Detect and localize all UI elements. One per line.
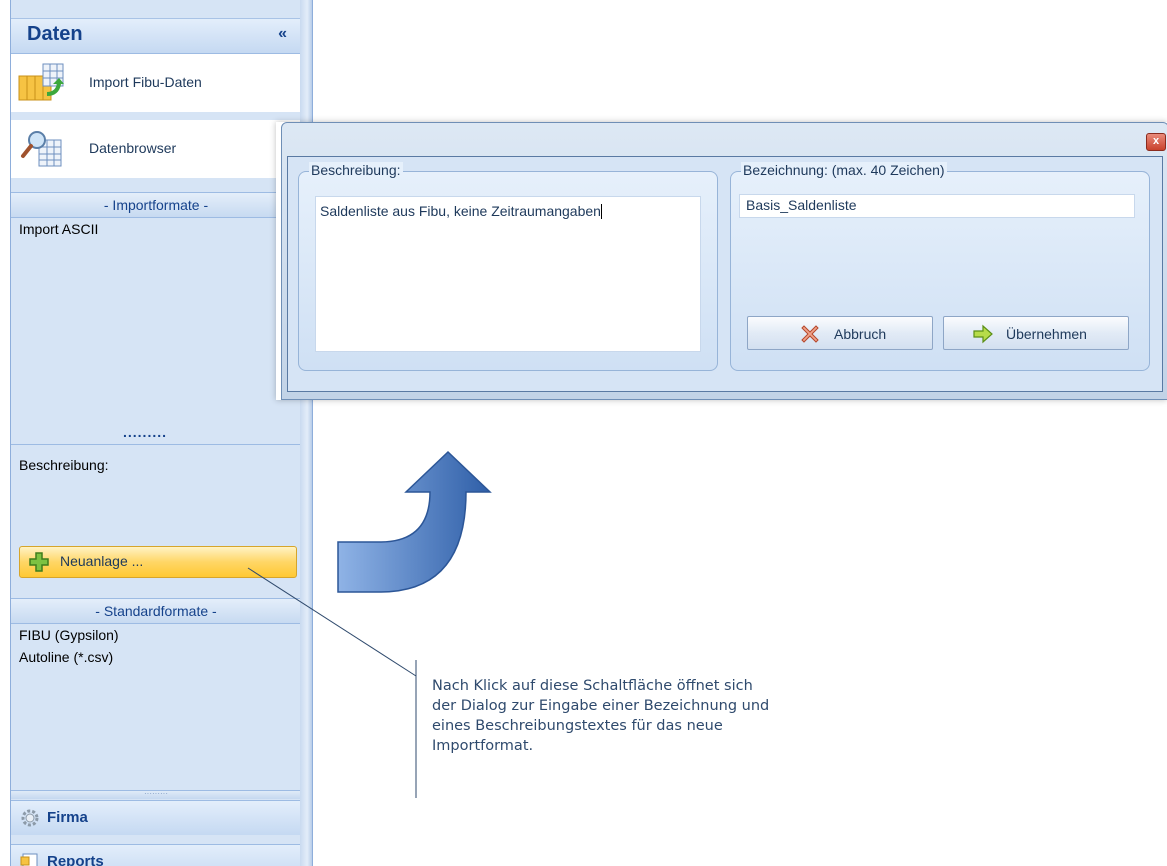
curved-arrow-icon [337, 450, 492, 593]
annotation-text: Nach Klick auf diese Schaltfläche öffnet… [432, 678, 770, 754]
